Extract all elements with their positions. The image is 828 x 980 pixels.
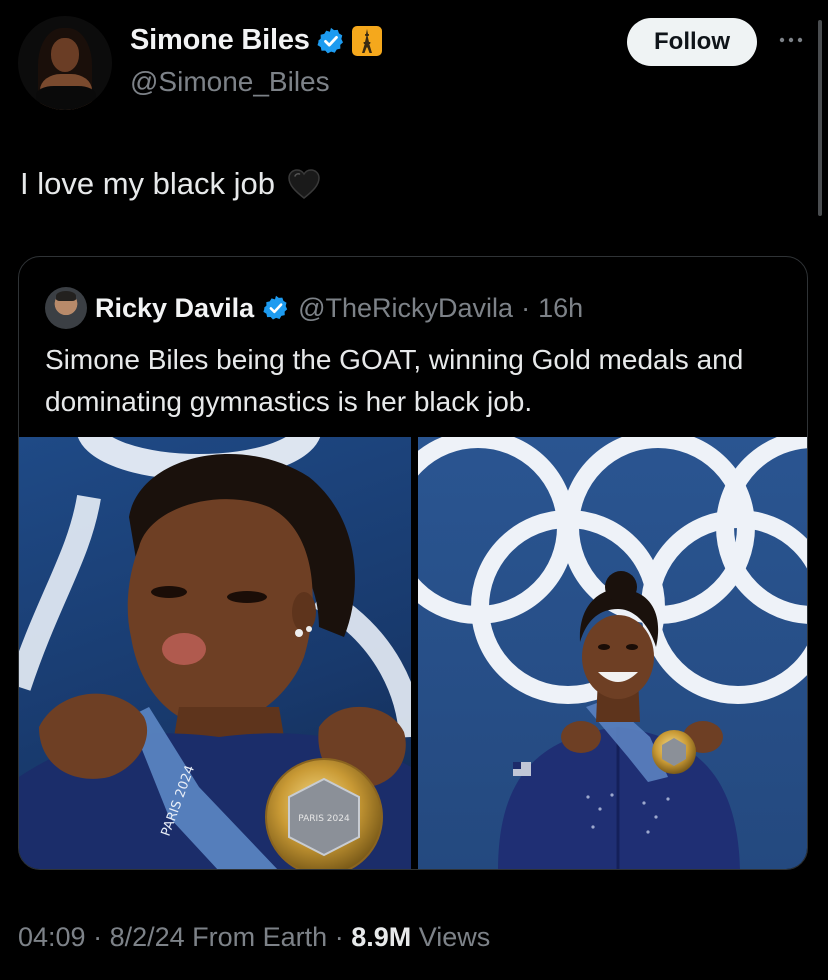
avatar-top xyxy=(36,86,96,110)
quoted-time[interactable]: 16h xyxy=(538,293,583,324)
quoted-separator: · xyxy=(521,292,531,323)
tweet-date[interactable]: 8/2/24 xyxy=(110,922,185,952)
author-avatar[interactable] xyxy=(18,16,112,110)
tweet-time[interactable]: 04:09 xyxy=(18,922,86,952)
author-handle[interactable]: @Simone_Biles xyxy=(130,66,330,98)
tweet-footer: 04:09 · 8/2/24 From Earth · 8.9M Views xyxy=(18,922,490,953)
quoted-author-avatar[interactable] xyxy=(45,287,87,329)
photo-left[interactable]: PARIS 2024 PARIS 2024 xyxy=(19,437,411,869)
eiffel-tower-icon[interactable] xyxy=(351,25,382,56)
footer-separator: · xyxy=(327,922,352,952)
medal-text: PARIS 2024 xyxy=(298,814,350,824)
author-name-row: Simone Biles xyxy=(130,24,382,57)
tweet-source: From Earth xyxy=(184,922,328,952)
footer-separator: · xyxy=(85,922,110,952)
photo-divider xyxy=(411,437,418,869)
views-label: Views xyxy=(411,922,491,952)
more-dots-icon[interactable] xyxy=(776,30,806,50)
quoted-tweet-text: Simone Biles being the GOAT, winning Gol… xyxy=(45,344,744,417)
verified-badge-icon xyxy=(263,295,288,320)
black-heart-icon xyxy=(288,169,320,199)
follow-button[interactable]: Follow xyxy=(627,18,757,66)
tweet-header: Simone Biles @Simone_Biles Follow xyxy=(0,0,828,120)
quoted-author-handle[interactable]: @TheRickyDavila xyxy=(298,293,513,324)
tweet-body: I love my black job xyxy=(20,166,321,202)
photo-right-scene xyxy=(418,437,807,869)
quoted-tweet-header: Ricky Davila @TheRickyDavila · 16h xyxy=(45,287,583,329)
eiffel-tower-glyph xyxy=(361,28,372,53)
quoted-tweet[interactable]: Ricky Davila @TheRickyDavila · 16h Simon… xyxy=(18,256,808,870)
photo-left-scene: PARIS 2024 PARIS 2024 xyxy=(19,437,411,869)
verified-badge-icon xyxy=(317,27,343,53)
tweet-text: I love my black job xyxy=(20,166,275,201)
quoted-author-name[interactable]: Ricky Davila xyxy=(95,293,254,324)
scrollbar[interactable] xyxy=(818,20,822,216)
views-count[interactable]: 8.9M xyxy=(351,922,411,952)
author-name[interactable]: Simone Biles xyxy=(130,24,310,57)
avatar-face xyxy=(51,38,79,72)
photo-right[interactable] xyxy=(418,437,807,869)
